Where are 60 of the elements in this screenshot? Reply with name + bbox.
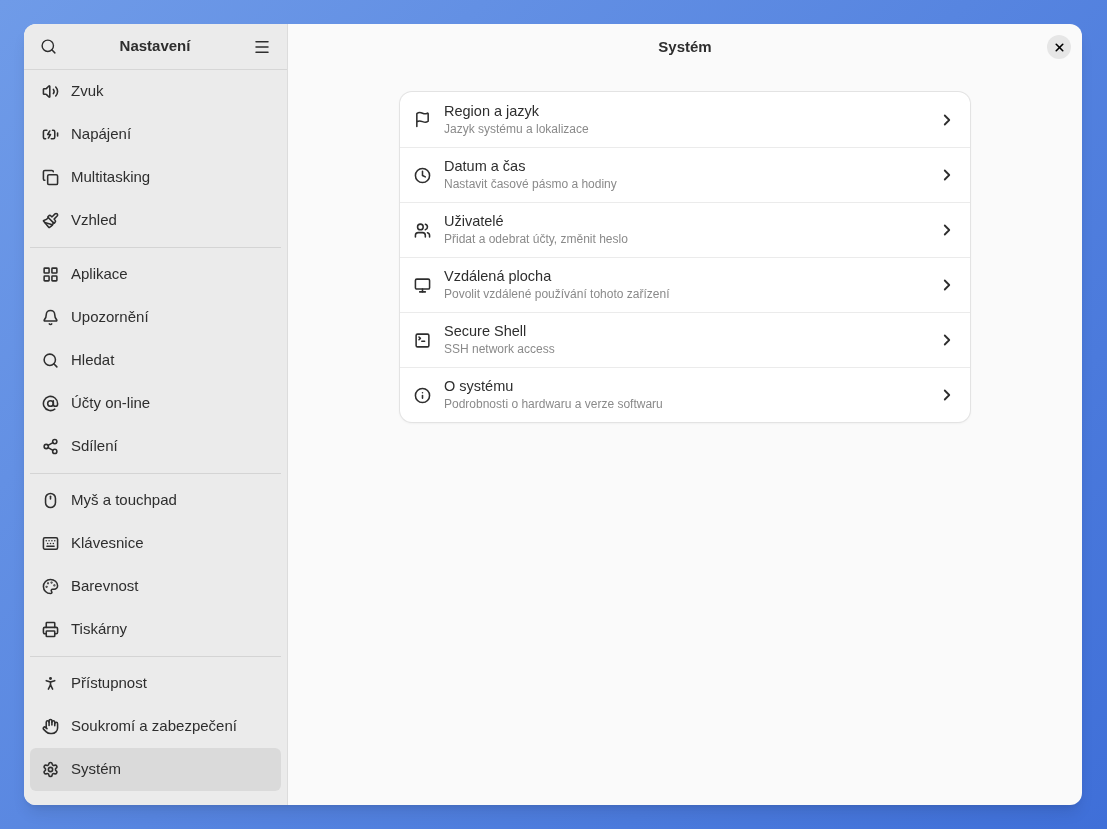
- printer-icon: [42, 621, 59, 638]
- settings-icon: [42, 761, 59, 778]
- settings-row[interactable]: Secure Shell SSH network access: [400, 312, 970, 367]
- battery-icon: [42, 126, 59, 143]
- row-subtitle: Podrobnosti o hardwaru a verze softwaru: [444, 396, 664, 413]
- bell-icon: [42, 309, 59, 326]
- sidebar-item[interactable]: Přístupnost: [30, 662, 281, 705]
- page-title: Systém: [658, 36, 712, 57]
- row-subtitle: Nastavit časové pásmo a hodiny: [444, 176, 618, 193]
- row-title: Datum a čas: [444, 157, 527, 176]
- close-icon: [1052, 40, 1066, 54]
- sidebar-title: Nastavení: [119, 36, 191, 57]
- sidebar-item[interactable]: Multitasking: [30, 156, 281, 199]
- at-sign-icon: [42, 395, 59, 412]
- sidebar-item[interactable]: Hledat: [30, 339, 281, 382]
- mouse-icon: [42, 492, 59, 509]
- settings-row[interactable]: Datum a čas Nastavit časové pásmo a hodiny: [400, 147, 970, 202]
- clock-icon: [414, 166, 431, 184]
- sidebar-item[interactable]: Klávesnice: [30, 522, 281, 565]
- hand-icon: [42, 718, 59, 735]
- sidebar-item[interactable]: Aplikace: [30, 253, 281, 296]
- sidebar-item[interactable]: Tiskárny: [30, 608, 281, 651]
- settings-row[interactable]: Region a jazyk Jazyk systému a lokalizace: [400, 92, 970, 147]
- sidebar-item[interactable]: Účty on-line: [30, 382, 281, 425]
- row-title: Region a jazyk: [444, 101, 541, 121]
- sidebar-item[interactable]: Napájení: [30, 113, 281, 156]
- terminal-icon: [414, 331, 431, 349]
- row-title: Uživatelé: [444, 212, 505, 231]
- close-button[interactable]: [1047, 35, 1071, 59]
- search-icon: [40, 38, 57, 55]
- search-icon: [42, 352, 59, 369]
- row-title: Secure Shell: [444, 322, 528, 341]
- flag-icon: [414, 111, 431, 128]
- sidebar-item[interactable]: Vzhled: [30, 199, 281, 242]
- users-icon: [414, 221, 431, 239]
- settings-row[interactable]: Uživatelé Přidat a odebrat účty, změnit heslo: [400, 202, 970, 257]
- overlapping-windows-icon: [42, 169, 59, 186]
- settings-row[interactable]: O systému Podrobnosti o hardwaru a verze softwaru: [400, 367, 970, 422]
- row-subtitle: Jazyk systému a lokalizace: [444, 120, 590, 138]
- row-subtitle: Povolit vzdálené používání tohoto zařízení: [444, 286, 671, 303]
- sidebar-item[interactable]: Upozornění: [30, 296, 281, 339]
- sidebar-item[interactable]: Soukromí a zabezpečení: [30, 705, 281, 748]
- keyboard-icon: [42, 535, 59, 552]
- sidebar-item[interactable]: Zvuk: [30, 70, 281, 113]
- brush-icon: [42, 212, 59, 229]
- sidebar-item[interactable]: Sdílení: [30, 425, 281, 468]
- info-icon: [414, 386, 431, 404]
- speaker-icon: [42, 83, 59, 100]
- palette-icon: [42, 578, 59, 595]
- row-title: Vzdálená plocha: [444, 267, 553, 286]
- sidebar-item[interactable]: Barevnost: [30, 565, 281, 608]
- share-icon: [42, 438, 59, 455]
- row-subtitle: SSH network access: [444, 341, 556, 358]
- row-title: O systému: [444, 377, 515, 396]
- grid-icon: [42, 266, 59, 283]
- settings-row[interactable]: Vzdálená plocha Povolit vzdálené používání tohoto zařízení: [400, 257, 970, 312]
- sidebar-item[interactable]: Systém: [30, 748, 281, 791]
- sidebar-item[interactable]: Myš a touchpad: [30, 479, 281, 522]
- monitor-icon: [414, 276, 431, 294]
- row-subtitle: Přidat a odebrat účty, změnit heslo: [444, 231, 629, 248]
